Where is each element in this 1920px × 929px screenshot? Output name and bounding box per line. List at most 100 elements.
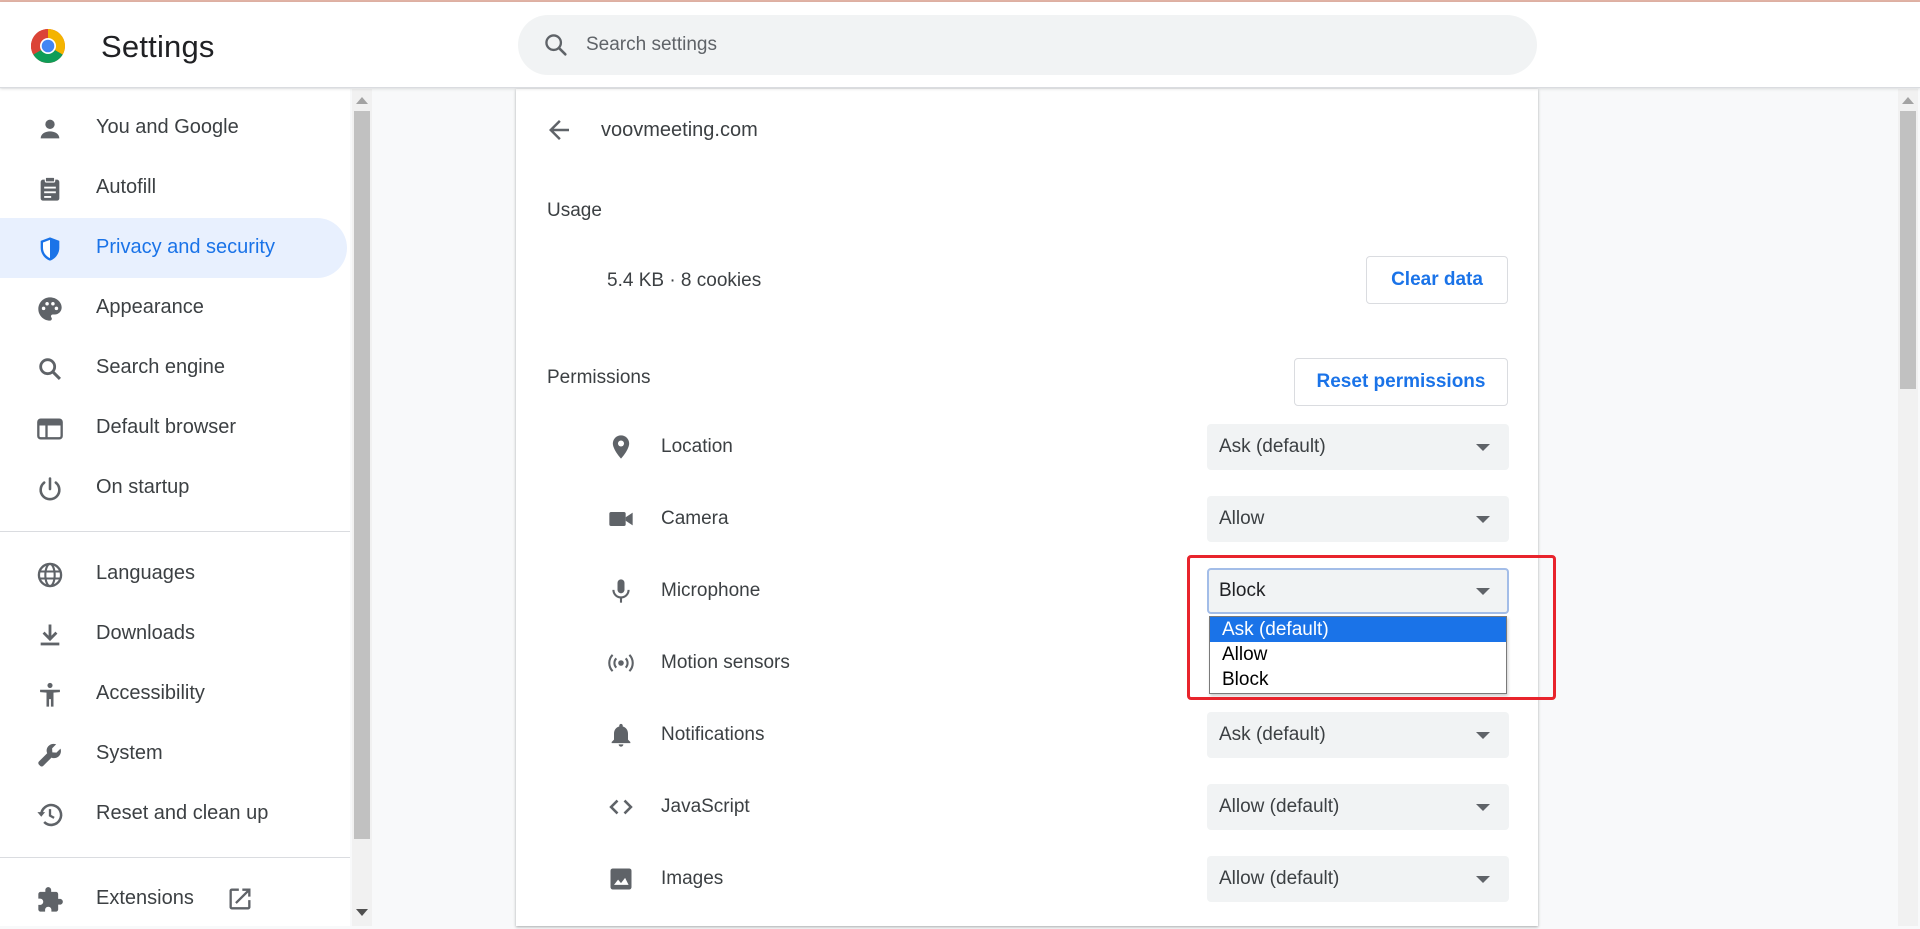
scroll-up-arrow-icon[interactable] [356,97,368,104]
permission-row-javascript: JavaScript Allow (default) [516,777,1538,837]
select-value: Ask (default) [1219,724,1326,745]
sidebar-item-label: Appearance [96,296,204,318]
dropdown-caret-icon [1476,444,1490,451]
sidebar-item-downloads[interactable]: Downloads [0,604,347,664]
permission-row-images: Images Allow (default) [516,849,1538,909]
sidebar-item-reset-and-clean-up[interactable]: Reset and clean up [0,784,347,844]
clear-data-button[interactable]: Clear data [1366,256,1508,304]
sidebar-item-privacy-and-security[interactable]: Privacy and security [0,218,347,278]
sidebar-item-label: On startup [96,476,190,498]
dropdown-caret-icon [1476,588,1490,595]
permission-row-microphone: Microphone Block [516,561,1538,621]
search-input[interactable] [586,15,1486,75]
sidebar-item-label: Default browser [96,416,237,438]
permissions-section-title: Permissions [547,367,651,388]
puzzle-icon [38,887,63,912]
microphone-permission-select[interactable]: Block [1207,568,1509,614]
select-value: Allow (default) [1219,796,1340,817]
camera-permission-select[interactable]: Allow [1207,496,1509,542]
search-icon [39,358,61,380]
usage-section-title: Usage [547,200,602,221]
sidebar-item-label: Extensions [96,887,194,909]
javascript-permission-select[interactable]: Allow (default) [1207,784,1509,830]
usage-value: 5.4 KB · 8 cookies [607,270,762,291]
site-name: voovmeeting.com [601,119,758,141]
scroll-down-arrow-icon[interactable] [356,909,368,916]
permission-label: Location [661,436,733,457]
dropdown-option-ask-default[interactable]: Ask (default) [1210,617,1506,642]
sidebar-item-on-startup[interactable]: On startup [0,458,347,518]
scroll-up-arrow-icon[interactable] [1902,97,1914,104]
dropdown-caret-icon [1476,732,1490,739]
microphone-dropdown-list: Ask (default) Allow Block [1209,616,1507,694]
permission-row-notifications: Notifications Ask (default) [516,705,1538,765]
page-scrollbar[interactable] [1898,89,1918,926]
sidebar-scroll-thumb[interactable] [354,111,370,839]
notifications-permission-select[interactable]: Ask (default) [1207,712,1509,758]
chrome-logo-icon [31,29,65,63]
permission-label: Notifications [661,724,765,745]
sidebar-item-accessibility[interactable]: Accessibility [0,664,347,724]
clipboard-icon [40,176,60,201]
permission-label: JavaScript [661,796,750,817]
sidebar-divider [0,857,350,858]
permission-row-location: Location Ask (default) [516,417,1538,477]
sidebar-item-label: Search engine [96,356,225,378]
sidebar-item-you-and-google[interactable]: You and Google [0,98,347,158]
select-value: Allow [1219,508,1265,529]
select-value: Ask (default) [1219,436,1326,457]
search-box[interactable] [518,15,1537,75]
back-arrow-icon[interactable] [544,115,574,145]
sidebar-item-default-browser[interactable]: Default browser [0,398,347,458]
microphone-icon [612,579,630,603]
site-details-card: voovmeeting.com Usage 5.4 KB · 8 cookies… [516,89,1538,926]
motion-sensors-icon [608,654,634,672]
sidebar-item-autofill[interactable]: Autofill [0,158,347,218]
permission-label: Motion sensors [661,652,790,673]
person-icon [40,119,60,139]
permission-label: Images [661,868,724,889]
settings-header: Settings [0,2,1920,88]
dropdown-option-block[interactable]: Block [1210,667,1506,692]
dropdown-caret-icon [1476,876,1490,883]
reset-permissions-button[interactable]: Reset permissions [1294,358,1508,406]
images-permission-select[interactable]: Allow (default) [1207,856,1509,902]
sidebar-divider [0,531,350,532]
select-value: Allow (default) [1219,868,1340,889]
sidebar-scrollbar[interactable] [352,89,372,926]
sidebar-item-system[interactable]: System [0,724,347,784]
sidebar-item-label: System [96,742,163,764]
image-icon [610,868,632,890]
sidebar-item-label: You and Google [96,116,239,138]
wrench-icon [38,743,61,767]
browser-window-icon [37,418,63,440]
open-in-new-icon[interactable] [226,885,254,913]
sidebar-item-languages[interactable]: Languages [0,544,347,604]
sidebar-item-appearance[interactable]: Appearance [0,278,347,338]
permission-label: Microphone [661,580,761,601]
select-value: Block [1219,580,1266,601]
page-title: Settings [101,29,215,64]
globe-icon [37,562,63,588]
palette-icon [38,297,62,321]
accessibility-icon [40,682,60,707]
sidebar-item-extensions[interactable]: Extensions [0,869,347,929]
permission-row-camera: Camera Allow [516,489,1538,549]
page-scroll-thumb[interactable] [1900,111,1916,389]
permission-label: Camera [661,508,729,529]
camera-icon [609,512,633,526]
sidebar-item-label: Downloads [96,622,195,644]
sidebar-item-label: Privacy and security [96,236,275,258]
location-permission-select[interactable]: Ask (default) [1207,424,1509,470]
dropdown-caret-icon [1476,516,1490,523]
code-icon [609,799,633,815]
sidebar-item-label: Accessibility [96,682,205,704]
shield-icon [40,237,60,261]
power-icon [39,477,61,501]
bell-icon [611,723,631,747]
sidebar-item-search-engine[interactable]: Search engine [0,338,347,398]
search-icon [545,34,567,56]
sidebar-item-label: Autofill [96,176,157,198]
dropdown-caret-icon [1476,804,1490,811]
dropdown-option-allow[interactable]: Allow [1210,642,1506,667]
